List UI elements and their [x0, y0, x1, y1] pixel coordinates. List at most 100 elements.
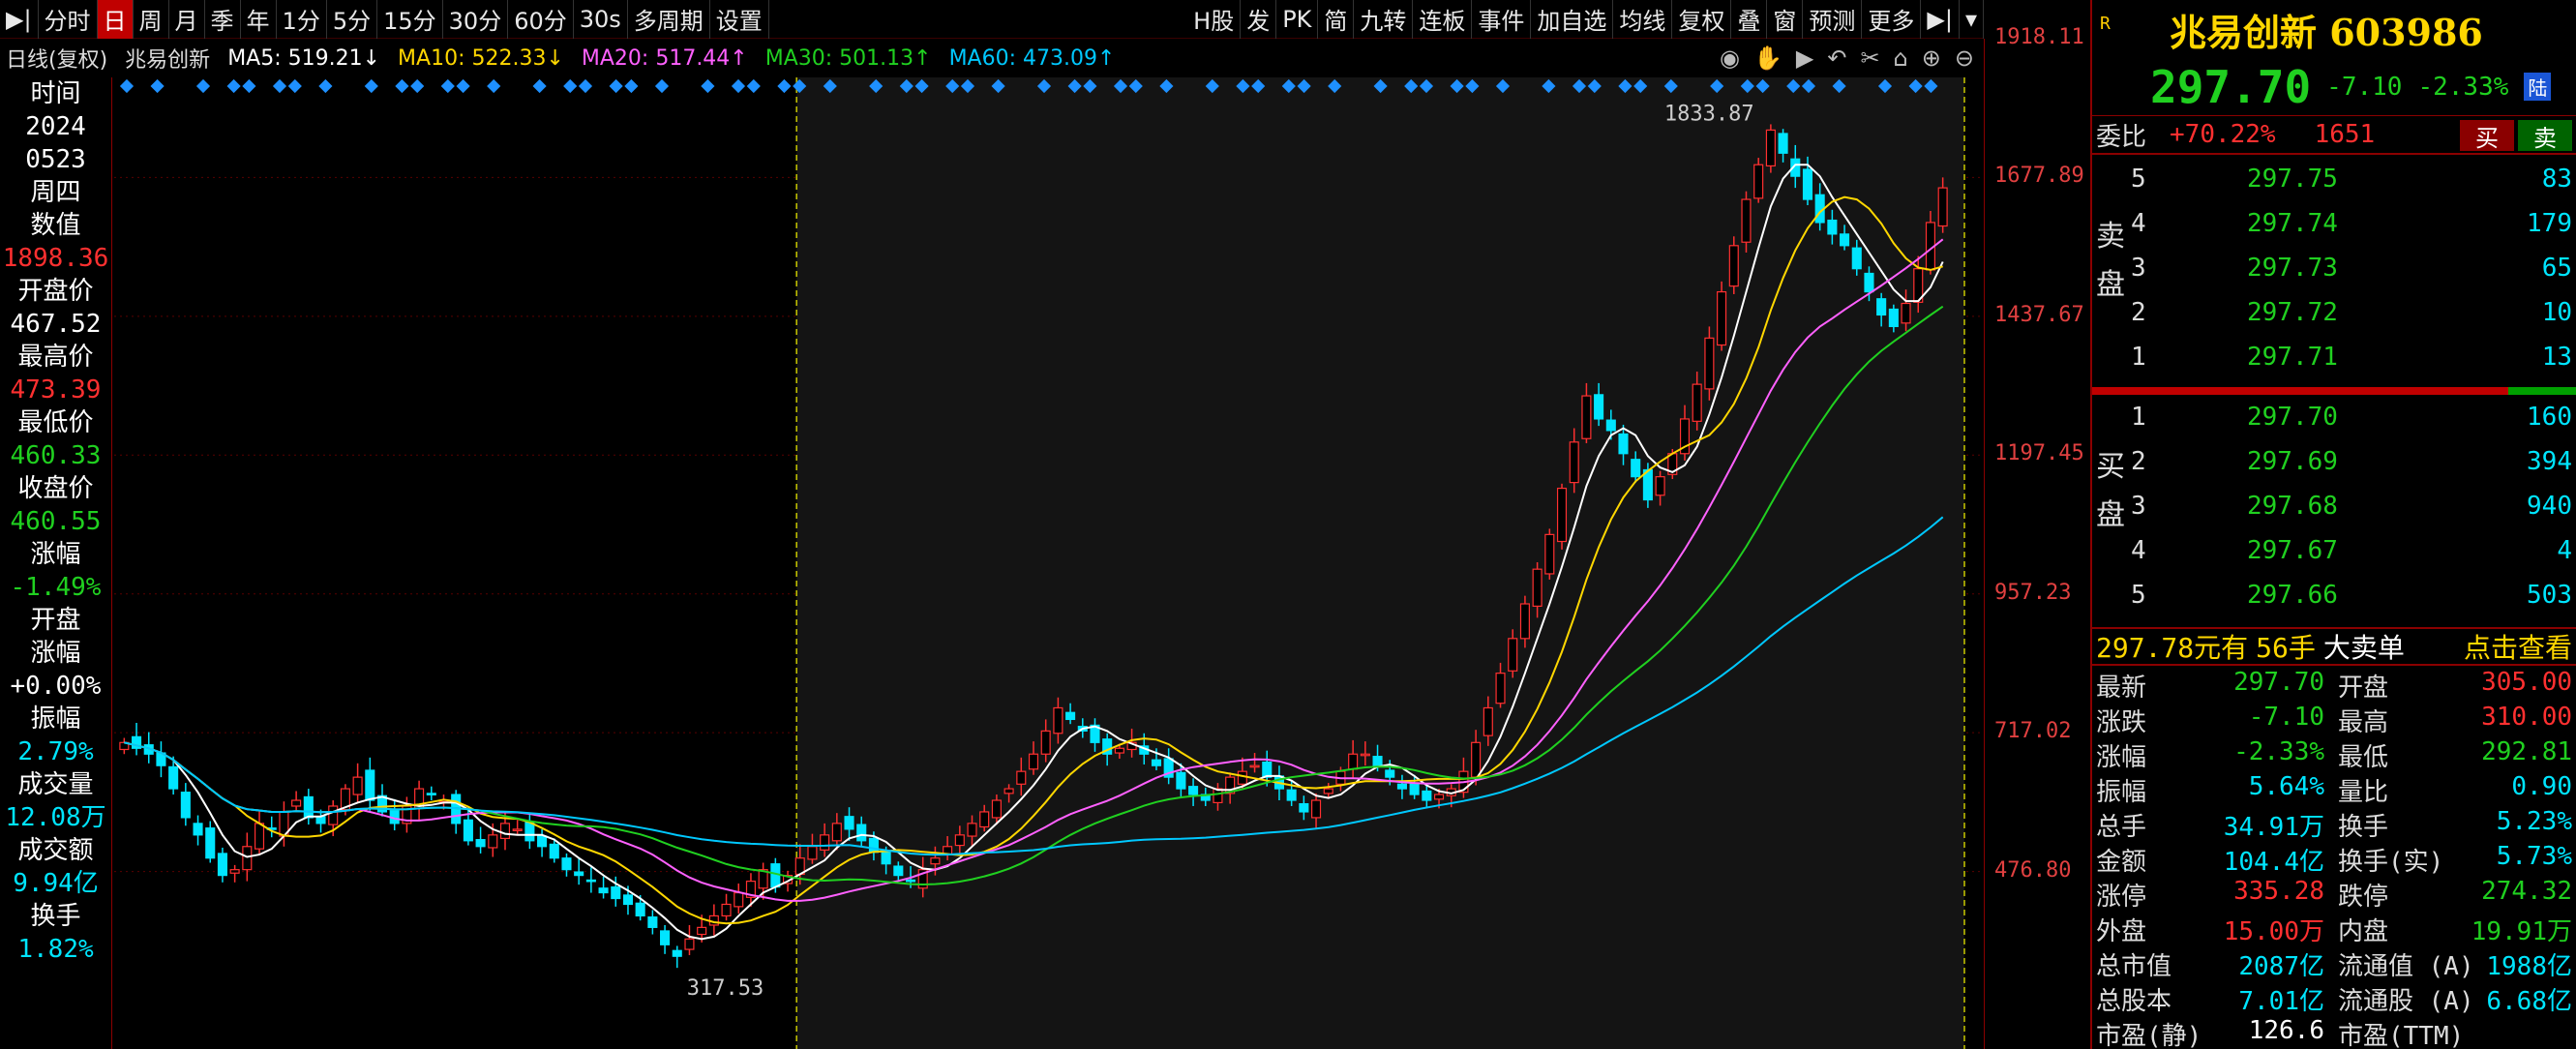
- book-px: 297.66: [2247, 581, 2338, 610]
- period-tab[interactable]: 周: [134, 0, 169, 39]
- period-tab[interactable]: 多周期: [628, 0, 710, 39]
- stat-k2: 跌停: [2338, 883, 2389, 912]
- stat-k2: 开盘: [2338, 674, 2389, 703]
- stat-row: 总市值 2087亿 流通值 (A) 1988亿: [2092, 944, 2576, 981]
- period-tab[interactable]: 月: [169, 0, 205, 39]
- candle-body: [488, 834, 498, 849]
- candle-body: [1631, 459, 1641, 478]
- candle-body: [1385, 769, 1395, 778]
- hand-icon[interactable]: ✋: [1753, 45, 1782, 72]
- candle-body: [1471, 741, 1482, 778]
- zoom-out-icon[interactable]: ⊖: [1955, 45, 1974, 72]
- sell-button[interactable]: 卖: [2518, 120, 2572, 152]
- period-tab[interactable]: 年: [241, 0, 277, 39]
- candle-body: [1016, 770, 1027, 785]
- chart-tool-button[interactable]: 叠: [1731, 0, 1768, 39]
- kline-chart[interactable]: 1833.87 317.53: [114, 77, 1984, 1049]
- event-marker-icon: [654, 78, 670, 94]
- order-ratio-pct: +70.22%: [2170, 120, 2276, 149]
- stat-v2: 292.81: [2481, 737, 2572, 766]
- period-tab[interactable]: 30s: [574, 0, 628, 39]
- period-tab[interactable]: 1分: [277, 0, 327, 39]
- period-tab[interactable]: 分时: [39, 0, 98, 39]
- buy-button[interactable]: 买: [2460, 120, 2514, 152]
- candle-body: [1827, 219, 1838, 235]
- scissors-icon[interactable]: ✂: [1860, 45, 1879, 72]
- chart-tool-button[interactable]: 均线: [1613, 0, 1673, 39]
- candle-body: [242, 846, 253, 871]
- chart-tool-button[interactable]: 加自选: [1531, 0, 1614, 39]
- book-row[interactable]: 5 297.66 503: [2092, 573, 2576, 619]
- info-line: 涨幅: [30, 540, 81, 569]
- stat-k2: 内盘: [2338, 917, 2389, 946]
- chart-tool-button[interactable]: 预测: [1803, 0, 1863, 39]
- book-row[interactable]: 2 297.72 10: [2092, 290, 2576, 337]
- candle-body: [229, 869, 240, 874]
- kline-svg[interactable]: 1833.87 317.53: [114, 77, 1984, 1049]
- candle-body: [1053, 706, 1063, 734]
- stat-v2: 274.32: [2481, 877, 2572, 906]
- book-row[interactable]: 5 297.75 83: [2092, 157, 2576, 203]
- ma5-value: MA5: 519.21↓: [227, 45, 381, 71]
- chevron-down-icon[interactable]: ▾: [1960, 0, 1984, 39]
- chart-tool-button[interactable]: 复权: [1672, 0, 1732, 39]
- book-row[interactable]: 4 297.74 179: [2092, 201, 2576, 248]
- undo-icon[interactable]: ↶: [1827, 45, 1846, 72]
- eye-icon[interactable]: ◉: [1720, 45, 1740, 72]
- chart-tool-button[interactable]: H股: [1187, 0, 1242, 39]
- chart-tool-button[interactable]: 简: [1318, 0, 1355, 39]
- candle-body: [856, 824, 867, 842]
- book-lvl: 1: [2131, 343, 2146, 372]
- book-row[interactable]: 2 297.69 394: [2092, 439, 2576, 486]
- stat-k1: 涨停: [2096, 883, 2147, 912]
- book-row[interactable]: 1 297.71 13: [2092, 335, 2576, 381]
- chart-tool-button[interactable]: 窗: [1767, 0, 1804, 39]
- book-row[interactable]: 3 297.68 940: [2092, 484, 2576, 530]
- chart-tool-button[interactable]: PK: [1276, 0, 1319, 39]
- price-change: -7.10: [2326, 72, 2403, 102]
- chart-tool-button[interactable]: 九转: [1354, 0, 1414, 39]
- market-badge: 陆: [2524, 73, 2552, 101]
- stat-k1: 市盈(静): [2096, 1022, 2202, 1049]
- chart-tool-button[interactable]: 发: [1241, 0, 1277, 39]
- play-icon[interactable]: ▶: [1796, 45, 1813, 72]
- period-tab[interactable]: 季: [205, 0, 241, 39]
- book-row[interactable]: 1 297.70 160: [2092, 395, 2576, 441]
- chart-tool-button[interactable]: 事件: [1472, 0, 1532, 39]
- stat-row: 金额 104.4亿 换手(实) 5.73%: [2092, 840, 2576, 877]
- quote-panel: R 兆易创新 603986 297.70 -7.10 -2.33% 陆 委比 +…: [2090, 0, 2576, 1049]
- lock-icon[interactable]: ⌂: [1894, 45, 1908, 72]
- order-ratio-row: 委比 +70.22% 1651 买 卖: [2092, 116, 2576, 155]
- period-tab[interactable]: 30分: [443, 0, 509, 39]
- stat-k1: 总市值: [2096, 952, 2172, 981]
- chart-tool-button[interactable]: 更多: [1862, 0, 1922, 39]
- stat-k2: 流通股 (A): [2338, 987, 2474, 1016]
- selection-region: [796, 77, 1965, 1049]
- book-px: 297.69: [2247, 447, 2338, 476]
- stock-name[interactable]: 兆易创新 603986: [2170, 3, 2483, 56]
- big-order-link[interactable]: 点击查看: [2464, 627, 2572, 666]
- candle-body: [881, 852, 891, 865]
- book-vol: 83: [2541, 165, 2572, 194]
- price-change-pct: -2.33%: [2417, 72, 2509, 102]
- period-tab[interactable]: 设置: [710, 0, 769, 39]
- period-tab[interactable]: 60分: [508, 0, 574, 39]
- book-lvl: 2: [2131, 298, 2146, 327]
- zoom-in-icon[interactable]: ⊕: [1922, 45, 1941, 72]
- period-tab[interactable]: 日: [97, 0, 134, 39]
- expand-icon[interactable]: ▶|: [1921, 0, 1960, 39]
- book-px: 297.74: [2247, 209, 2338, 238]
- period-tab[interactable]: 15分: [377, 0, 443, 39]
- chart-tool-button[interactable]: 连板: [1413, 0, 1473, 39]
- stat-k2: 市盈(TTM): [2338, 1022, 2465, 1049]
- chart-mode[interactable]: 日线(复权): [6, 43, 107, 74]
- book-row[interactable]: 4 297.67 4: [2092, 528, 2576, 575]
- candle-body: [1753, 164, 1764, 199]
- period-tab[interactable]: 5分: [327, 0, 378, 39]
- candle-body: [180, 792, 191, 819]
- book-px: 297.70: [2247, 403, 2338, 432]
- period-tabs: 分时日周月季年 1分 5分 15分 30分 60分 30s 多周期 设置: [39, 0, 769, 39]
- candle-body: [1728, 245, 1739, 287]
- book-row[interactable]: 3 297.73 65: [2092, 246, 2576, 292]
- collapse-icon[interactable]: ▶|: [0, 0, 39, 39]
